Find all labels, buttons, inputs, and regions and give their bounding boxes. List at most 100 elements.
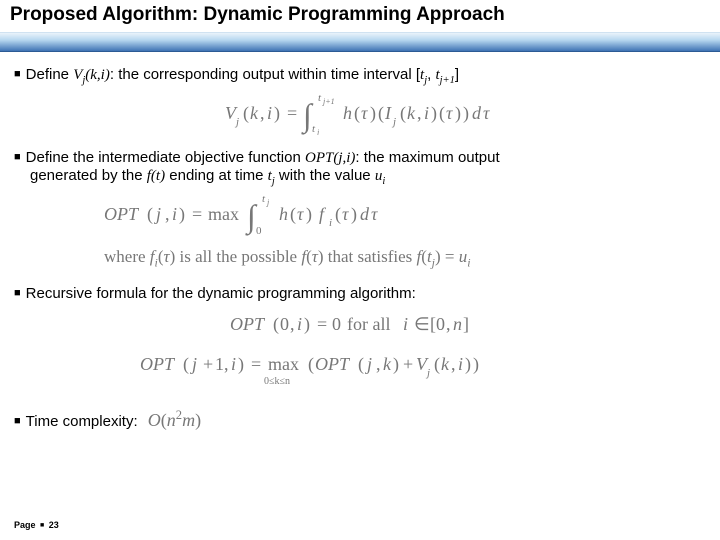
svg-text:i: i <box>297 314 302 334</box>
svg-text:(: ( <box>434 354 440 375</box>
bullet-define-opt: ■ Define the intermediate objective funct… <box>14 149 706 187</box>
svg-text:f: f <box>319 204 327 224</box>
svg-text:=: = <box>251 354 261 374</box>
svg-text:I: I <box>384 103 392 123</box>
svg-text:1: 1 <box>215 354 224 374</box>
bullet-square-icon: ■ <box>14 68 21 80</box>
svg-text:i: i <box>329 217 332 229</box>
svg-text:d: d <box>472 103 482 123</box>
svg-text:τ: τ <box>371 204 378 224</box>
svg-text:t: t <box>312 123 316 135</box>
b1-vj: V <box>73 67 82 83</box>
svg-text:(: ( <box>183 354 189 375</box>
svg-text:t: t <box>262 193 266 205</box>
svg-text:τ: τ <box>446 103 453 123</box>
svg-text:(: ( <box>335 204 341 225</box>
equation-opt-where: where fi(τ) is all the possible f(τ) tha… <box>104 246 706 267</box>
svg-text:): ) <box>473 354 479 375</box>
svg-text:0: 0 <box>256 225 262 237</box>
svg-text:): ) <box>463 103 469 124</box>
svg-text:h: h <box>343 103 352 123</box>
bullet-square-icon: ■ <box>14 151 21 163</box>
bullet-square-icon: ■ <box>40 522 44 529</box>
svg-text:0≤k≤n: 0≤k≤n <box>264 376 290 387</box>
bullet-square-icon: ■ <box>14 415 21 427</box>
svg-text:i: i <box>424 103 429 123</box>
svg-text:max: max <box>208 204 239 224</box>
svg-text:τ: τ <box>483 103 490 123</box>
b4-text: Time complexity: <box>26 413 138 430</box>
b3-text: Recursive formula for the dynamic progra… <box>26 285 416 302</box>
svg-text:): ) <box>274 103 280 124</box>
b1-text-mid: : the corresponding output within time i… <box>110 66 420 83</box>
b2-line2b: ending at time <box>165 167 268 184</box>
svg-text:OPT: OPT <box>140 354 176 374</box>
svg-text:d: d <box>360 204 370 224</box>
bullet-complexity: ■ Time complexity: O(n2m) <box>14 409 706 432</box>
svg-text:τ: τ <box>297 204 304 224</box>
equation-recursive-base: OPT ( 0 , i ) = 0 for all i ∈ [ 0 , n ] <box>14 308 706 344</box>
svg-text:OPT: OPT <box>104 204 140 224</box>
svg-text:): ) <box>351 204 357 225</box>
svg-text:=: = <box>287 103 297 123</box>
svg-text:(: ( <box>439 103 445 124</box>
b1-end: ] <box>455 66 459 83</box>
slide-title: Proposed Algorithm: Dynamic Programming … <box>10 4 720 26</box>
svg-text:h: h <box>279 204 288 224</box>
svg-text:): ) <box>393 354 399 375</box>
equation-recursive-step: OPT ( j + 1 , i ) = max 0≤k≤n ( OPT ( j … <box>14 348 706 396</box>
footer-page-label: Page <box>14 520 36 530</box>
svg-text:j+1: j+1 <box>322 97 335 106</box>
slide-body: ■Define Vj(k,i): the corresponding outpu… <box>0 52 720 432</box>
svg-text:(: ( <box>400 103 406 124</box>
b2-opt: OPT(j,i) <box>305 150 355 166</box>
svg-text:): ) <box>304 314 310 335</box>
svg-text:): ) <box>431 103 437 124</box>
svg-text:): ) <box>465 354 471 375</box>
svg-text:,: , <box>417 103 422 123</box>
svg-text:): ) <box>370 103 376 124</box>
svg-text:(: ( <box>358 354 364 375</box>
svg-text:+: + <box>203 354 213 374</box>
b2-mid: : the maximum output <box>355 149 499 166</box>
svg-text:(: ( <box>290 204 296 225</box>
svg-text:(: ( <box>378 103 384 124</box>
svg-text:): ) <box>179 204 185 225</box>
b2-ui-i: i <box>382 176 385 187</box>
svg-text:τ: τ <box>361 103 368 123</box>
svg-text:i: i <box>403 314 408 334</box>
svg-text:): ) <box>306 204 312 225</box>
svg-text:OPT: OPT <box>315 354 351 374</box>
slide: Proposed Algorithm: Dynamic Programming … <box>0 4 720 540</box>
svg-text:max: max <box>268 354 299 374</box>
svg-text:0: 0 <box>436 314 445 334</box>
svg-text:j: j <box>266 198 270 207</box>
b2-ft: f(t) <box>147 168 165 184</box>
svg-text:k: k <box>383 354 392 374</box>
svg-text:k: k <box>441 354 450 374</box>
svg-text:=: = <box>317 314 327 334</box>
svg-text:,: , <box>451 354 456 374</box>
svg-text:,: , <box>446 314 451 334</box>
b2-line2a: generated by the <box>30 167 147 184</box>
svg-text:OPT: OPT <box>230 314 266 334</box>
svg-text:0: 0 <box>332 314 341 334</box>
b1-text-pre: Define <box>26 66 74 83</box>
svg-text:j: j <box>154 204 161 224</box>
b2-pre: Define the intermediate objective functi… <box>26 149 305 166</box>
svg-text:i: i <box>231 354 236 374</box>
bullet-define-vj: ■Define Vj(k,i): the corresponding outpu… <box>14 66 706 85</box>
bullet-square-icon: ■ <box>14 287 21 299</box>
svg-text:): ) <box>238 354 244 375</box>
svg-text:for all: for all <box>347 314 390 334</box>
equation-complexity: O(n2m) <box>148 410 201 430</box>
svg-text:]: ] <box>463 314 469 334</box>
svg-text:i: i <box>458 354 463 374</box>
svg-text:i: i <box>172 204 177 224</box>
svg-text:∈: ∈ <box>414 314 430 334</box>
svg-text:): ) <box>455 103 461 124</box>
svg-text:τ: τ <box>342 204 349 224</box>
svg-text:n: n <box>453 314 462 334</box>
page-footer: Page ■ 23 <box>14 520 59 530</box>
svg-text:j: j <box>190 354 197 374</box>
